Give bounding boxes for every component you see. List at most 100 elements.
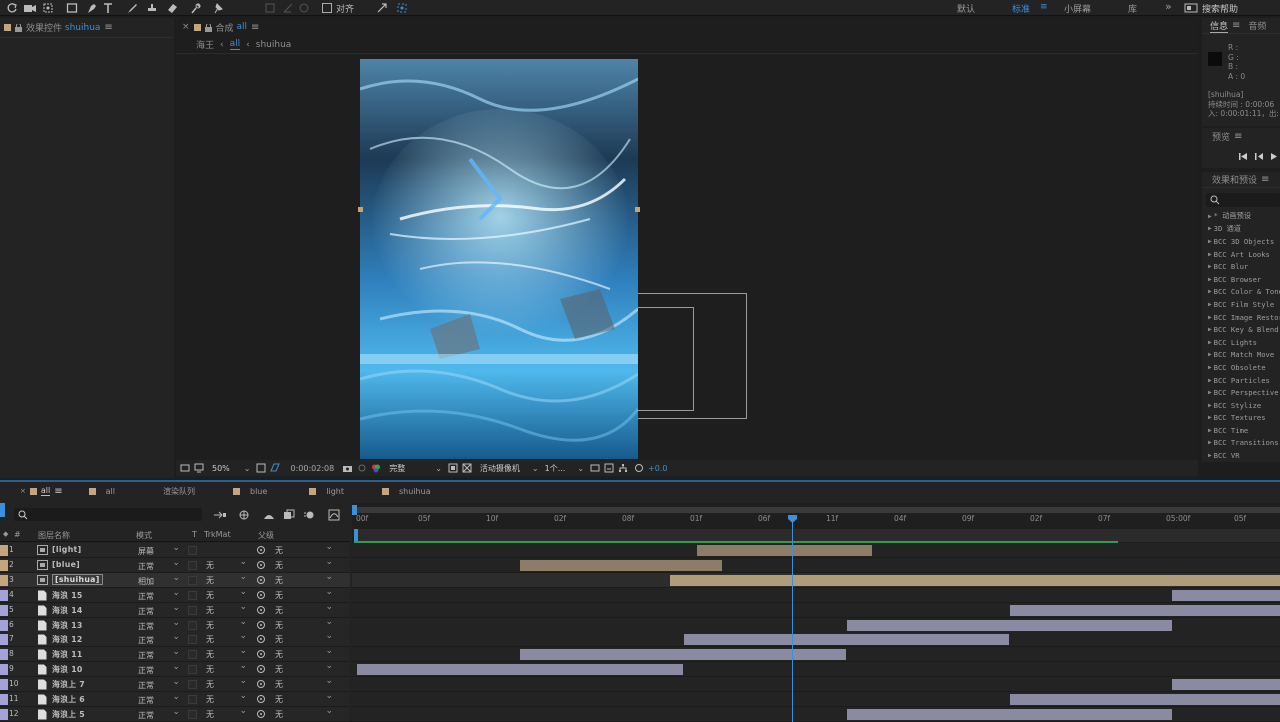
expand-triangle-icon[interactable]: ▶: [1208, 314, 1212, 321]
first-frame-icon[interactable]: [1238, 152, 1248, 161]
camera-view-select[interactable]: 活动摄像机: [480, 463, 520, 474]
effect-category-item[interactable]: ▶ BCC Blur: [1202, 260, 1280, 273]
playhead-line[interactable]: [792, 517, 793, 722]
workspace-small-screen[interactable]: 小屏幕: [1064, 2, 1091, 15]
layer-duration-bar[interactable]: [847, 708, 1172, 720]
layer-label-color[interactable]: [0, 589, 8, 601]
panel-menu-icon[interactable]: ≡: [104, 22, 112, 33]
breadcrumb-item-active[interactable]: all: [229, 39, 241, 50]
selection-handle[interactable]: [635, 207, 640, 212]
layer-label-color[interactable]: [0, 649, 8, 661]
expand-triangle-icon[interactable]: ▶: [1208, 439, 1212, 446]
expand-triangle-icon[interactable]: ▶: [1208, 301, 1212, 308]
layer-mode-select[interactable]: 正常: [134, 661, 183, 676]
layer-mode-select[interactable]: 正常: [134, 691, 183, 706]
effect-category-item[interactable]: ▶ BCC Obsolete: [1202, 361, 1280, 374]
chevron-down-icon[interactable]: ⌄: [577, 464, 584, 473]
expand-triangle-icon[interactable]: ▶: [1208, 225, 1212, 232]
draft-3d-icon[interactable]: [238, 509, 250, 521]
expand-triangle-icon[interactable]: ▶: [1208, 427, 1212, 434]
zoom-select[interactable]: 50%: [212, 464, 230, 473]
monitor-icon[interactable]: [194, 463, 204, 473]
expand-triangle-icon[interactable]: ▶: [1208, 377, 1212, 384]
type-tool-icon[interactable]: [100, 1, 116, 15]
layer-name[interactable]: 海浪 12: [52, 634, 83, 645]
parent-pickwhip-icon[interactable]: [256, 649, 266, 659]
layer-name[interactable]: 海浪上 7: [52, 679, 85, 690]
expand-triangle-icon[interactable]: ▶: [1208, 213, 1212, 220]
layer-label-color[interactable]: [0, 574, 8, 586]
layer-duration-bar[interactable]: [670, 574, 1280, 586]
layer-label-color[interactable]: [0, 664, 8, 676]
parent-select[interactable]: 无: [272, 705, 335, 721]
panel-menu-icon[interactable]: ≡: [1234, 131, 1242, 142]
expand-triangle-icon[interactable]: ▶: [1208, 326, 1212, 333]
toggle-pixel-aspect-icon[interactable]: [590, 463, 600, 473]
tab-audio[interactable]: 音频: [1248, 19, 1266, 32]
workspace-menu-icon[interactable]: ≡: [1040, 2, 1048, 12]
pen-tool-icon[interactable]: [84, 1, 100, 15]
preserve-transparency-checkbox[interactable]: [188, 575, 197, 585]
lock-icon[interactable]: [15, 24, 22, 32]
eraser-tool-icon[interactable]: [164, 1, 180, 15]
layer-search-input[interactable]: [14, 508, 202, 521]
transparency-grid-icon[interactable]: [270, 463, 281, 473]
preserve-transparency-checkbox[interactable]: [188, 650, 197, 660]
panel-menu-icon[interactable]: ≡: [1232, 20, 1240, 31]
effect-category-item[interactable]: ▶ BCC Time: [1202, 424, 1280, 437]
parent-pickwhip-icon[interactable]: [256, 664, 266, 674]
panel-menu-icon[interactable]: ≡: [54, 486, 62, 497]
composition-viewer-image[interactable]: [360, 59, 638, 459]
timeline-link-icon[interactable]: [604, 463, 614, 473]
preserve-transparency-checkbox[interactable]: [188, 605, 197, 615]
layer-label-color[interactable]: [0, 634, 8, 646]
chevron-down-icon[interactable]: ⌄: [244, 464, 251, 473]
parent-pickwhip-icon[interactable]: [256, 634, 266, 644]
expand-triangle-icon[interactable]: ▶: [1208, 263, 1212, 270]
view-layout-select[interactable]: 1个...: [545, 463, 566, 474]
snap-target-icon[interactable]: [394, 1, 410, 15]
effect-category-item[interactable]: ▶ BCC Film Style: [1202, 298, 1280, 311]
brush-tool-icon[interactable]: [124, 1, 140, 15]
previous-frame-icon[interactable]: [1254, 152, 1264, 161]
play-icon[interactable]: [1270, 152, 1278, 161]
layer-mode-select[interactable]: 正常: [134, 676, 183, 691]
layer-row[interactable]: 7海浪 12正常无无: [0, 630, 350, 648]
axis-world-icon[interactable]: [280, 1, 296, 15]
column-t[interactable]: T: [192, 530, 197, 539]
breadcrumb-item[interactable]: 海王: [196, 38, 214, 51]
layer-mode-select[interactable]: 相加: [134, 572, 183, 587]
layer-mode-select[interactable]: 正常: [134, 587, 183, 602]
expand-triangle-icon[interactable]: ▶: [1208, 364, 1212, 371]
workspace-standard[interactable]: 标准: [1012, 2, 1030, 15]
effect-category-item[interactable]: ▶ BCC Key & Blend: [1202, 323, 1280, 336]
preserve-transparency-checkbox[interactable]: [188, 709, 197, 719]
preserve-transparency-checkbox[interactable]: [188, 546, 197, 555]
hide-shy-layers-icon[interactable]: [263, 509, 275, 521]
column-number[interactable]: #: [14, 530, 21, 539]
layer-label-color[interactable]: [0, 619, 8, 631]
layer-label-color[interactable]: [0, 679, 8, 691]
current-time[interactable]: 0:00:02:08: [290, 464, 334, 473]
effect-category-item[interactable]: ▶ 3D 通道: [1202, 223, 1280, 236]
layer-row[interactable]: 5海浪 14正常无无: [0, 601, 350, 618]
effect-category-item[interactable]: ▶ BCC Stylize: [1202, 399, 1280, 412]
layer-label-color[interactable]: [0, 694, 8, 705]
chevron-down-icon[interactable]: ⌄: [532, 464, 539, 473]
layer-name[interactable]: 海浪 10: [52, 664, 83, 675]
layer-row[interactable]: 2[blue]正常无无: [0, 556, 350, 573]
expand-triangle-icon[interactable]: ▶: [1208, 276, 1212, 283]
preserve-transparency-checkbox[interactable]: [188, 560, 197, 570]
layer-label-color[interactable]: [0, 604, 8, 616]
layer-name[interactable]: [blue]: [52, 560, 80, 569]
effect-category-item[interactable]: ▶ * 动画预设: [1202, 210, 1280, 223]
exposure-value[interactable]: +0.0: [648, 464, 667, 473]
parent-pickwhip-icon[interactable]: [256, 560, 266, 570]
clone-stamp-tool-icon[interactable]: [144, 1, 160, 15]
layer-name[interactable]: [shuihua]: [52, 573, 103, 585]
region-of-interest-icon[interactable]: [256, 463, 266, 473]
tab-info[interactable]: 信息: [1210, 19, 1229, 33]
workspace-default[interactable]: 默认: [957, 2, 975, 15]
comp-mini-flowchart-icon[interactable]: [213, 510, 227, 520]
layer-row[interactable]: 10海浪上 7正常无无: [0, 675, 350, 693]
